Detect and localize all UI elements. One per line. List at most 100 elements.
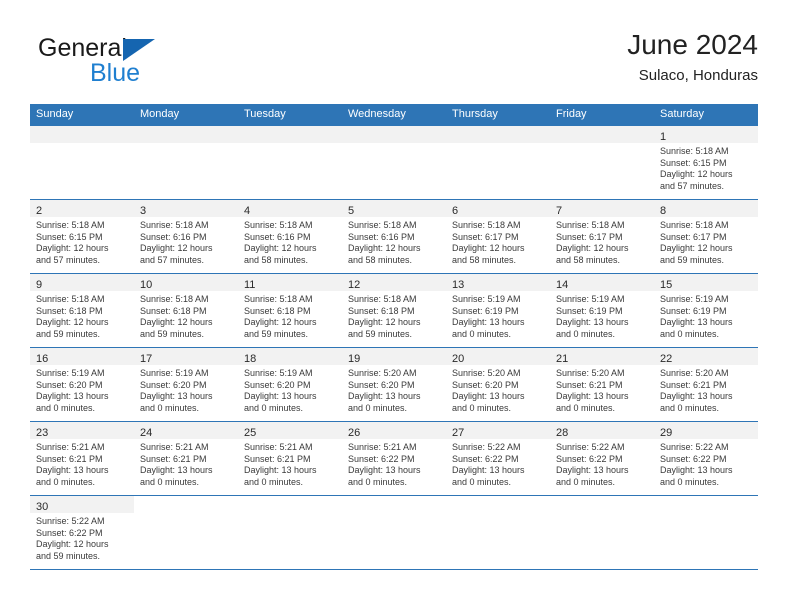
day-cell-2[interactable]: 2 Sunrise: 5:18 AM Sunset: 6:15 PM Daylight… [30,200,134,273]
day-cell-20[interactable]: 20 Sunrise: 5:20 AM Sunset: 6:20 PM Dayligh… [446,348,550,421]
day-info-line: Daylight: 12 hours [244,317,317,328]
day-number-strip: 22 [654,348,758,365]
day-cell-15[interactable]: 15 Sunrise: 5:19 AM Sunset: 6:19 PM Dayligh… [654,274,758,347]
day-info-line: Sunset: 6:22 PM [452,453,519,464]
day-cell-13[interactable]: 13 Sunrise: 5:19 AM Sunset: 6:19 PM Dayligh… [446,274,550,347]
day-number: 19 [348,353,361,365]
logo-triangle-icon [123,39,155,61]
day-info-line: Sunrise: 5:21 AM [140,442,209,452]
day-cell-11[interactable]: 11 Sunrise: 5:18 AM Sunset: 6:18 PM Dayligh… [238,274,342,347]
page-title: June 2024 [627,29,758,60]
day-cell-19[interactable]: 19 Sunrise: 5:20 AM Sunset: 6:20 PM Dayligh… [342,348,446,421]
day-cell-3[interactable]: 3 Sunrise: 5:18 AM Sunset: 6:16 PM Daylight… [134,200,238,273]
page-subtitle: Sulaco, Honduras [638,67,758,84]
day-info-line: Sunset: 6:17 PM [452,231,519,242]
day-cell-17[interactable]: 17 Sunrise: 5:19 AM Sunset: 6:20 PM Dayligh… [134,348,238,421]
day-cell-18[interactable]: 18 Sunrise: 5:19 AM Sunset: 6:20 PM Dayligh… [238,348,342,421]
day-info-line: Sunset: 6:17 PM [660,231,727,242]
calendar-grid: Sunday Monday Tuesday Wednesday Thursday Frid… [30,104,758,570]
day-info-line: Sunrise: 5:20 AM [660,368,729,378]
day-info-line: Daylight: 13 hours [452,391,525,402]
day-number-strip [550,496,654,513]
day-info: Sunrise: 5:18 AM Sunset: 6:15 PM Daylight:… [30,217,134,266]
day-cell-empty [446,126,550,199]
calendar-weeks: 1 Sunrise: 5:18 AM Sunset: 6:15 PM Daylight… [30,126,758,570]
day-info-line: Daylight: 12 hours [556,243,629,254]
day-info: Sunrise: 5:18 AM Sunset: 6:17 PM Daylight:… [654,217,758,266]
day-info: Sunrise: 5:21 AM Sunset: 6:22 PM Daylight:… [342,439,446,488]
day-number: 17 [140,353,153,365]
day-cell-4[interactable]: 4 Sunrise: 5:18 AM Sunset: 6:16 PM Daylight… [238,200,342,273]
day-cell-12[interactable]: 12 Sunrise: 5:18 AM Sunset: 6:18 PM Dayligh… [342,274,446,347]
day-info-line: Daylight: 12 hours [348,317,421,328]
day-info: Sunrise: 5:20 AM Sunset: 6:21 PM Daylight:… [654,365,758,414]
day-info: Sunrise: 5:19 AM Sunset: 6:19 PM Daylight:… [654,291,758,340]
day-info-line: Daylight: 12 hours [140,317,213,328]
day-cell-6[interactable]: 6 Sunrise: 5:18 AM Sunset: 6:17 PM Daylight… [446,200,550,273]
day-info-line: Sunset: 6:19 PM [660,305,727,316]
day-number: 7 [556,205,563,217]
day-info-line: Daylight: 12 hours [36,317,109,328]
day-number-strip: 26 [342,422,446,439]
day-info-line: Sunset: 6:21 PM [140,453,207,464]
day-info-line: and 0 minutes. [244,402,304,413]
day-cell-empty [238,126,342,199]
day-number: 9 [36,279,43,291]
day-info-line: Sunrise: 5:18 AM [140,220,209,230]
day-info-line: Sunset: 6:22 PM [36,527,103,538]
day-cell-30[interactable]: 30 Sunrise: 5:22 AM Sunset: 6:22 PM Dayligh… [30,496,134,569]
day-cell-22[interactable]: 22 Sunrise: 5:20 AM Sunset: 6:21 PM Dayligh… [654,348,758,421]
calendar-week-row: 23 Sunrise: 5:21 AM Sunset: 6:21 PM Dayligh… [30,421,758,495]
day-cell-1[interactable]: 1 Sunrise: 5:18 AM Sunset: 6:15 PM Daylight… [654,126,758,199]
day-number-strip: 7 [550,200,654,217]
day-cell-7[interactable]: 7 Sunrise: 5:18 AM Sunset: 6:17 PM Daylight… [550,200,654,273]
day-info-line: Sunrise: 5:20 AM [556,368,625,378]
day-cell-8[interactable]: 8 Sunrise: 5:18 AM Sunset: 6:17 PM Daylight… [654,200,758,273]
day-cell-23[interactable]: 23 Sunrise: 5:21 AM Sunset: 6:21 PM Dayligh… [30,422,134,495]
day-info-line: and 58 minutes. [348,254,413,265]
day-info-line: Sunrise: 5:22 AM [556,442,625,452]
day-info-line: and 0 minutes. [660,402,720,413]
day-info-line: and 59 minutes. [244,328,309,339]
day-info-line: Sunrise: 5:19 AM [556,294,625,304]
day-cell-25[interactable]: 25 Sunrise: 5:21 AM Sunset: 6:21 PM Dayligh… [238,422,342,495]
day-number: 3 [140,205,147,217]
day-number: 2 [36,205,43,217]
day-cell-24[interactable]: 24 Sunrise: 5:21 AM Sunset: 6:21 PM Dayligh… [134,422,238,495]
day-info-line: Sunset: 6:16 PM [140,231,207,242]
day-cell-28[interactable]: 28 Sunrise: 5:22 AM Sunset: 6:22 PM Dayligh… [550,422,654,495]
day-info-line: and 0 minutes. [140,402,200,413]
day-info-line: Sunset: 6:18 PM [36,305,103,316]
day-number-strip: 23 [30,422,134,439]
day-info-line: and 0 minutes. [556,476,616,487]
day-cell-16[interactable]: 16 Sunrise: 5:19 AM Sunset: 6:20 PM Dayligh… [30,348,134,421]
day-cell-29[interactable]: 29 Sunrise: 5:22 AM Sunset: 6:22 PM Dayligh… [654,422,758,495]
day-number: 29 [660,427,673,439]
day-number-strip: 6 [446,200,550,217]
day-info-line: Sunrise: 5:19 AM [244,368,313,378]
day-number: 28 [556,427,569,439]
general-blue-logo[interactable]: General Blue [34,34,264,92]
day-number-strip: 27 [446,422,550,439]
day-number-strip: 12 [342,274,446,291]
day-info-line: Sunset: 6:15 PM [36,231,103,242]
day-cell-9[interactable]: 9 Sunrise: 5:18 AM Sunset: 6:18 PM Daylight… [30,274,134,347]
day-number-strip: 25 [238,422,342,439]
day-cell-14[interactable]: 14 Sunrise: 5:19 AM Sunset: 6:19 PM Dayligh… [550,274,654,347]
day-info-line: Sunrise: 5:18 AM [36,220,105,230]
day-cell-5[interactable]: 5 Sunrise: 5:18 AM Sunset: 6:16 PM Daylight… [342,200,446,273]
day-cell-10[interactable]: 10 Sunrise: 5:18 AM Sunset: 6:18 PM Dayligh… [134,274,238,347]
day-cell-21[interactable]: 21 Sunrise: 5:20 AM Sunset: 6:21 PM Dayligh… [550,348,654,421]
day-number: 25 [244,427,257,439]
day-cell-27[interactable]: 27 Sunrise: 5:22 AM Sunset: 6:22 PM Dayligh… [446,422,550,495]
day-info-line: Daylight: 12 hours [36,539,109,550]
day-info: Sunrise: 5:19 AM Sunset: 6:19 PM Daylight:… [550,291,654,340]
day-info-line: Sunrise: 5:21 AM [244,442,313,452]
day-info-line: Sunrise: 5:21 AM [348,442,417,452]
day-info: Sunrise: 5:18 AM Sunset: 6:15 PM Daylight:… [654,143,758,192]
day-info-line: Sunrise: 5:18 AM [36,294,105,304]
day-cell-26[interactable]: 26 Sunrise: 5:21 AM Sunset: 6:22 PM Dayligh… [342,422,446,495]
day-number-strip: 2 [30,200,134,217]
day-info-line: and 0 minutes. [36,402,96,413]
day-info-line: and 0 minutes. [36,476,96,487]
